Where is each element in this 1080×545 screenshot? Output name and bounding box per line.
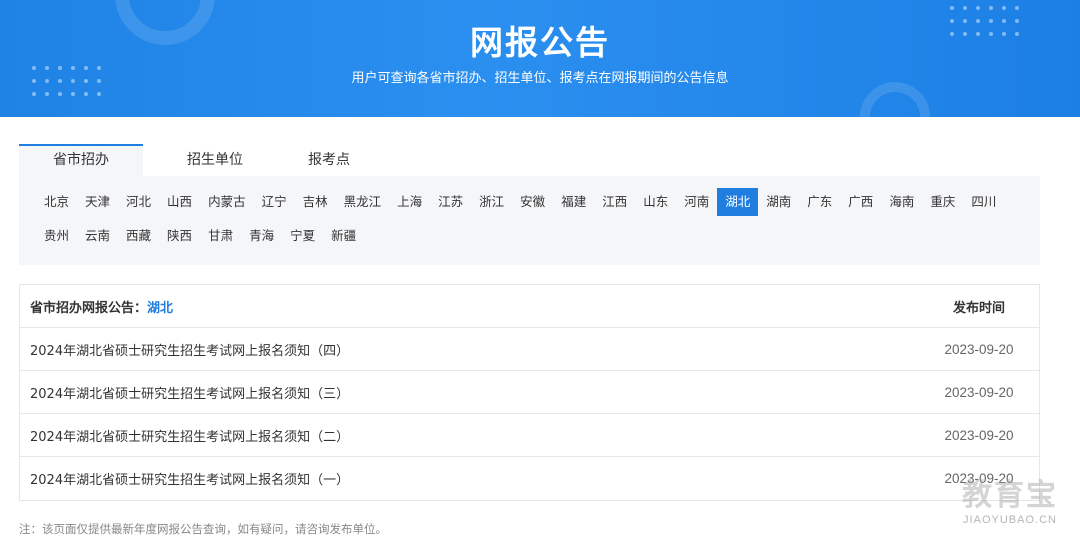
region-item[interactable]: 云南 [77, 222, 118, 250]
region-item[interactable]: 青海 [241, 222, 282, 250]
region-item[interactable]: 四川 [963, 188, 1004, 216]
region-item[interactable]: 江西 [594, 188, 635, 216]
table-header-date: 发布时间 [952, 300, 1005, 316]
announcement-date: 2023-09-20 [944, 384, 1014, 400]
region-item[interactable]: 贵州 [36, 222, 77, 250]
region-item[interactable]: 山东 [635, 188, 676, 216]
table-header-province: 湖北 [147, 300, 174, 316]
table-row[interactable]: 2024年湖北省硕士研究生招生考试网上报名须知（一） 2023-09-20 [20, 457, 1039, 500]
region-item[interactable]: 重庆 [922, 188, 963, 216]
region-item[interactable]: 海南 [881, 188, 922, 216]
region-item[interactable]: 广东 [799, 188, 840, 216]
page-title: 网报公告 [470, 23, 610, 62]
announcement-table: 省市招办网报公告：湖北 发布时间 2024年湖北省硕士研究生招生考试网上报名须知… [19, 284, 1040, 501]
announcement-date: 2023-09-20 [944, 341, 1014, 357]
region-item[interactable]: 江苏 [430, 188, 471, 216]
region-item[interactable]: 吉林 [295, 188, 336, 216]
region-row: 北京 天津 河北 山西 内蒙古 辽宁 吉林 黑龙江 上海 江苏 浙江 安徽 福建 江西 山东 河南 湖北 湖南 广东… [36, 188, 1040, 216]
page-banner: 网报公告 用户可查询各省市招办、招生单位、报考点在网报期间的公告信息 [0, 0, 1080, 117]
region-item[interactable]: 湖北 [717, 188, 759, 216]
table-header-label: 省市招办网报公告： [30, 300, 148, 316]
region-item[interactable]: 上海 [389, 188, 430, 216]
table-row[interactable]: 2024年湖北省硕士研究生招生考试网上报名须知（二） 2023-09-20 [20, 414, 1039, 457]
region-item[interactable]: 黑龙江 [336, 188, 390, 216]
region-row: 贵州 云南 西藏 陕西 甘肃 青海 宁夏 新疆 [36, 222, 1040, 250]
region-item[interactable]: 河南 [676, 188, 717, 216]
region-item[interactable]: 辽宁 [254, 188, 295, 216]
table-row[interactable]: 2024年湖北省硕士研究生招生考试网上报名须知（四） 2023-09-20 [20, 328, 1039, 371]
tab-provincial-office[interactable]: 省市招办 [19, 144, 143, 176]
region-item[interactable]: 湖南 [758, 188, 799, 216]
watermark-logo: 教育宝 JIAOYUBAO.CN [962, 470, 1058, 526]
announcement-title[interactable]: 2024年湖北省硕士研究生招生考试网上报名须知（一） [30, 469, 929, 488]
region-item[interactable]: 河北 [118, 188, 159, 216]
region-item[interactable]: 甘肃 [200, 222, 241, 250]
region-item[interactable]: 广西 [840, 188, 881, 216]
region-item[interactable]: 福建 [553, 188, 594, 216]
watermark-text: 教育宝 [962, 478, 1058, 513]
region-selector: 北京 天津 河北 山西 内蒙古 辽宁 吉林 黑龙江 上海 江苏 浙江 安徽 福建 江西 山东 河南 湖北 湖南 广东… [19, 176, 1040, 265]
announcement-date: 2023-09-20 [944, 427, 1014, 443]
region-item[interactable]: 西藏 [118, 222, 159, 250]
table-header-title: 省市招办网报公告：湖北 [30, 297, 929, 316]
region-item[interactable]: 山西 [159, 188, 200, 216]
table-header: 省市招办网报公告：湖北 发布时间 [20, 285, 1039, 328]
announcement-title[interactable]: 2024年湖北省硕士研究生招生考试网上报名须知（二） [30, 426, 929, 445]
region-item[interactable]: 内蒙古 [200, 188, 254, 216]
region-item[interactable]: 天津 [77, 188, 118, 216]
region-item[interactable]: 安徽 [512, 188, 553, 216]
banner-ring-decoration [860, 82, 930, 117]
footer-note: 注：该页面仅提供最新年度网报公告查询，如有疑问，请咨询发布单位。 [19, 522, 387, 536]
region-item[interactable]: 陕西 [159, 222, 200, 250]
region-item[interactable]: 新疆 [323, 222, 364, 250]
announcement-title[interactable]: 2024年湖北省硕士研究生招生考试网上报名须知（四） [30, 340, 929, 359]
announcement-title[interactable]: 2024年湖北省硕士研究生招生考试网上报名须知（三） [30, 383, 929, 402]
region-item[interactable]: 宁夏 [282, 222, 323, 250]
region-item[interactable]: 北京 [36, 188, 77, 216]
tab-exam-site[interactable]: 报考点 [267, 144, 391, 176]
category-tabs: 省市招办 招生单位 报考点 [19, 144, 1040, 176]
table-row[interactable]: 2024年湖北省硕士研究生招生考试网上报名须知（三） 2023-09-20 [20, 371, 1039, 414]
watermark-domain: JIAOYUBAO.CN [963, 514, 1057, 526]
region-item[interactable]: 浙江 [471, 188, 512, 216]
page-subtitle: 用户可查询各省市招办、招生单位、报考点在网报期间的公告信息 [351, 71, 729, 86]
tab-admission-unit[interactable]: 招生单位 [153, 144, 277, 176]
